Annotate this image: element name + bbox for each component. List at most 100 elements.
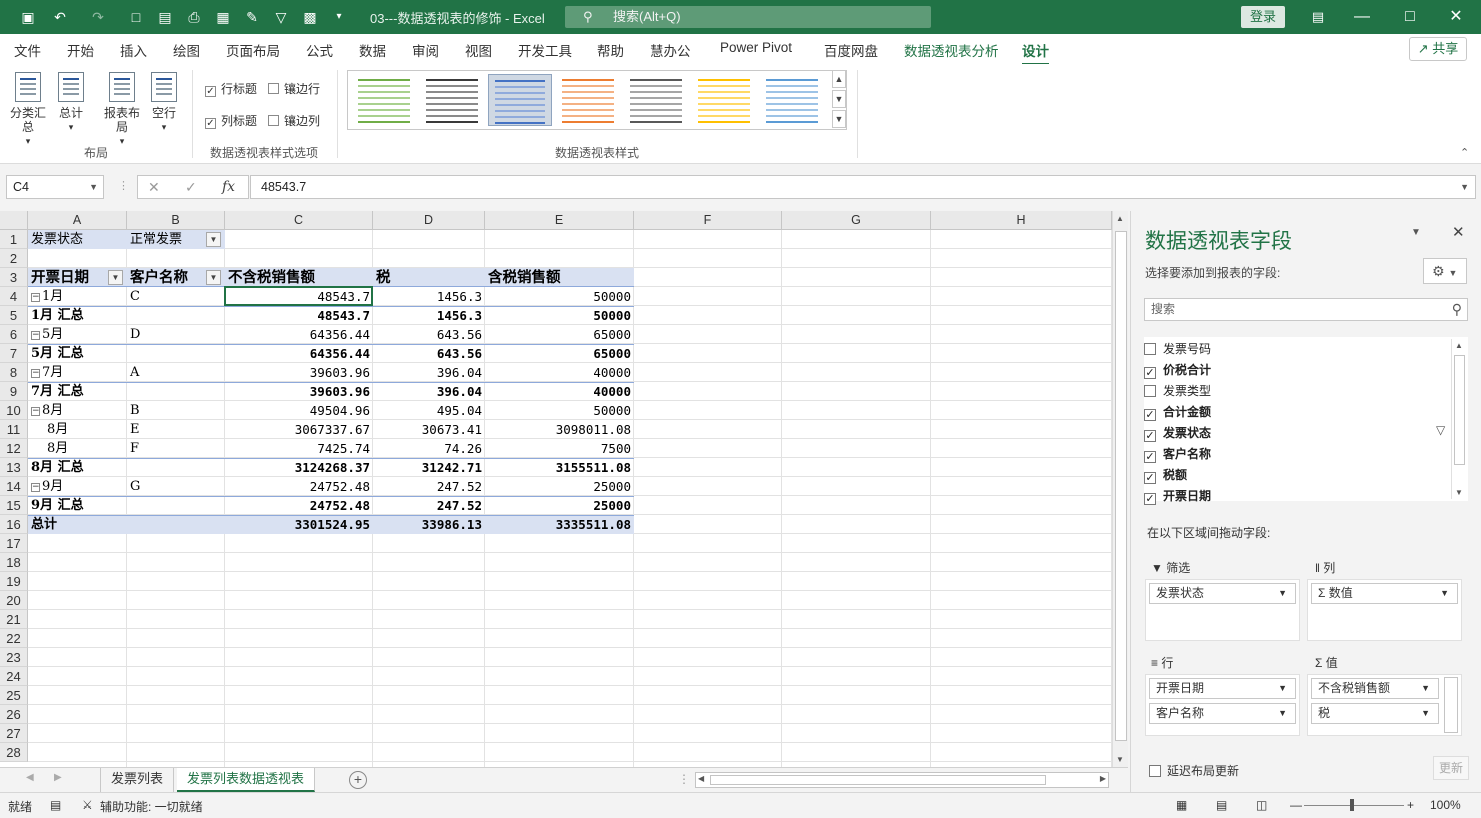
- tab-page-layout[interactable]: 页面布局: [226, 40, 280, 60]
- prev-sheet-icon[interactable]: ◀: [26, 772, 34, 783]
- print-icon[interactable]: ⎙: [184, 7, 204, 27]
- values-scrollbar[interactable]: [1444, 677, 1458, 733]
- tab-file[interactable]: 文件: [14, 40, 41, 60]
- tab-help[interactable]: 帮助: [597, 40, 624, 60]
- row-header[interactable]: 26: [0, 705, 28, 724]
- filter-icon[interactable]: ▽: [271, 7, 291, 27]
- row-header[interactable]: 6: [0, 325, 28, 344]
- row-header[interactable]: 1: [0, 230, 28, 249]
- field-checkbox-item[interactable]: 发票号码: [1144, 339, 1211, 359]
- pretax-sales-cell[interactable]: 7425.74: [225, 439, 373, 458]
- macro-record-icon[interactable]: ▤: [50, 798, 61, 812]
- pane-options-icon[interactable]: ▼: [1411, 227, 1421, 238]
- update-button[interactable]: 更新: [1433, 756, 1469, 780]
- pivot-style-dark[interactable]: [420, 74, 484, 126]
- banded-rows-checkbox[interactable]: 镶边行: [268, 80, 320, 97]
- row-header[interactable]: 21: [0, 610, 28, 629]
- pivot-style-blue-selected[interactable]: [488, 74, 552, 126]
- customer-cell[interactable]: F: [127, 439, 225, 458]
- page-break-view-icon[interactable]: ◫: [1256, 798, 1267, 812]
- row-label-cell[interactable]: −5月: [28, 325, 127, 344]
- add-sheet-icon[interactable]: +: [349, 771, 367, 789]
- row-label-cell[interactable]: −9月: [28, 477, 127, 496]
- row-header[interactable]: 11: [0, 420, 28, 439]
- customer-cell[interactable]: [127, 496, 225, 515]
- field-checkbox-item[interactable]: ✓ 开票日期: [1144, 486, 1211, 506]
- row-label-cell[interactable]: 8月: [28, 420, 127, 439]
- zoom-slider[interactable]: [1304, 805, 1404, 806]
- undo-icon[interactable]: ↶: [50, 7, 70, 27]
- filter-dropdown-icon[interactable]: ▼: [108, 270, 123, 285]
- taxed-sales-cell[interactable]: 25000: [485, 477, 634, 496]
- tab-data[interactable]: 数据: [359, 40, 386, 60]
- next-sheet-icon[interactable]: ▶: [54, 772, 62, 783]
- tax-cell[interactable]: 247.52: [373, 477, 485, 496]
- row-header[interactable]: 18: [0, 553, 28, 572]
- scroll-up-icon[interactable]: ▲: [1116, 214, 1124, 223]
- row-label-cell[interactable]: 7月 汇总: [28, 382, 127, 401]
- zoom-in-icon[interactable]: +: [1407, 798, 1414, 812]
- scroll-right-icon[interactable]: ▶: [1100, 774, 1106, 783]
- tab-review[interactable]: 审阅: [412, 40, 439, 60]
- customer-cell[interactable]: G: [127, 477, 225, 496]
- accessibility-icon[interactable]: ⚔: [82, 798, 93, 812]
- tab-power-pivot[interactable]: Power Pivot: [720, 40, 792, 55]
- row-header[interactable]: 10: [0, 401, 28, 420]
- taxed-sales-cell[interactable]: 7500: [485, 439, 634, 458]
- pivot-style-green[interactable]: [352, 74, 416, 126]
- row-header[interactable]: 13: [0, 458, 28, 477]
- zoom-level[interactable]: 100%: [1430, 798, 1461, 812]
- subtotals-button[interactable]: 分类汇总 ▾: [8, 68, 48, 148]
- pretax-sales-cell[interactable]: 24752.48: [225, 496, 373, 515]
- customer-cell[interactable]: A: [127, 363, 225, 382]
- taxed-sales-cell[interactable]: 50000: [485, 306, 634, 325]
- rows-area[interactable]: 开票日期 ▼ 客户名称 ▼: [1145, 674, 1300, 736]
- row-header[interactable]: 5: [0, 306, 28, 325]
- tab-huibangong[interactable]: 慧办公: [650, 40, 691, 60]
- field-checkbox-item[interactable]: ✓ 合计金额: [1144, 402, 1211, 422]
- collapse-icon[interactable]: −: [31, 293, 40, 302]
- columns-area[interactable]: Σ 数值 ▼: [1307, 579, 1462, 641]
- sheet-tab-invoice-list[interactable]: 发票列表: [100, 768, 175, 792]
- login-button[interactable]: 登录: [1241, 6, 1285, 28]
- pretax-sales-cell[interactable]: 39603.96: [225, 382, 373, 401]
- pane-settings-button[interactable]: ⚙ ▼: [1423, 258, 1467, 284]
- formula-input[interactable]: 48543.7 ▼: [250, 175, 1476, 199]
- scroll-up-icon[interactable]: ▲: [1455, 341, 1463, 350]
- scroll-down-icon[interactable]: ▼: [1455, 488, 1463, 497]
- tab-pivot-analyze[interactable]: 数据透视表分析: [904, 40, 999, 60]
- defer-update-checkbox[interactable]: 延迟布局更新: [1149, 762, 1239, 779]
- pivot-style-lightblue[interactable]: [760, 74, 824, 126]
- close-icon[interactable]: ✕: [1444, 5, 1468, 29]
- row-label-cell[interactable]: −1月: [28, 287, 127, 306]
- row-header[interactable]: 8: [0, 363, 28, 382]
- row-label-cell[interactable]: 9月 汇总: [28, 496, 127, 515]
- field-list-scrollbar[interactable]: ▲ ▼: [1451, 339, 1467, 499]
- share-button[interactable]: ↗ 共享: [1409, 37, 1467, 61]
- collapse-icon[interactable]: −: [31, 331, 40, 340]
- customize-qat-icon[interactable]: ▾: [329, 7, 349, 27]
- form-icon[interactable]: ▩: [300, 7, 320, 27]
- customer-cell[interactable]: [127, 344, 225, 363]
- tax-cell[interactable]: 1456.3: [373, 287, 485, 306]
- tax-cell[interactable]: 33986.13: [373, 515, 485, 534]
- row-header[interactable]: 16: [0, 515, 28, 534]
- tax-cell[interactable]: 396.04: [373, 363, 485, 382]
- row-header[interactable]: 17: [0, 534, 28, 553]
- expand-formula-icon[interactable]: ▼: [1460, 176, 1469, 198]
- taxed-sales-cell[interactable]: 40000: [485, 382, 634, 401]
- field-search-input[interactable]: 搜索 ⚲: [1144, 298, 1468, 321]
- tab-baidu-netdisk[interactable]: 百度网盘: [824, 40, 878, 60]
- row-label-cell[interactable]: 5月 汇总: [28, 344, 127, 363]
- field-checkbox-item[interactable]: ✓ 客户名称: [1144, 444, 1211, 464]
- column-header[interactable]: B: [127, 211, 225, 230]
- row-header[interactable]: 23: [0, 648, 28, 667]
- rows-area-item[interactable]: 开票日期 ▼: [1149, 678, 1296, 699]
- pretax-sales-cell[interactable]: 48543.7: [225, 287, 373, 306]
- pretax-sales-cell[interactable]: 3067337.67: [225, 420, 373, 439]
- customer-cell[interactable]: C: [127, 287, 225, 306]
- scroll-thumb[interactable]: [1115, 231, 1127, 741]
- page-layout-view-icon[interactable]: ▤: [1216, 798, 1227, 812]
- field-checkbox-item[interactable]: 发票类型: [1144, 381, 1211, 401]
- taxed-sales-cell[interactable]: 3335511.08: [485, 515, 634, 534]
